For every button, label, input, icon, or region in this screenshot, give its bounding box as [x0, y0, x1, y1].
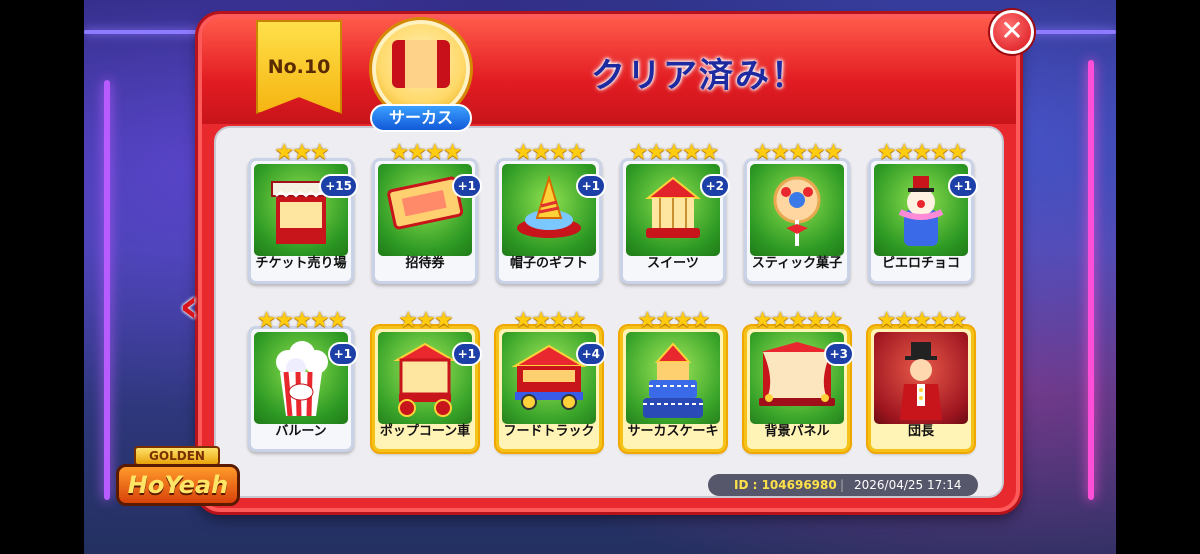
star-rating: ★★★★★: [876, 308, 968, 333]
popcorn-icon: [266, 340, 336, 424]
star-rating: ★★★★: [389, 140, 463, 165]
duplicate-count-badge: +1: [947, 174, 978, 198]
star-rating: ★★★★★: [752, 308, 844, 333]
star-rating: ★★★★: [513, 140, 587, 165]
timestamp: 2026/04/25 17:14: [854, 478, 962, 492]
card-label: サーカスケーキ: [627, 424, 719, 439]
theme-badge: サーカス: [370, 20, 472, 132]
card-label: ポップコーン車: [379, 424, 471, 439]
prev-page-arrow[interactable]: ‹: [172, 282, 206, 332]
star-rating: ★★★★★: [752, 140, 844, 165]
neon-strip-left: [104, 80, 110, 500]
clear-status-title: クリア済み！: [591, 56, 807, 96]
duplicate-count-badge: +1: [451, 174, 482, 198]
collection-card[interactable]: ピエロチョコ ★★★★★ +1: [868, 140, 978, 284]
duplicate-count-badge: +1: [451, 342, 482, 366]
card-label: スティック菓子: [751, 256, 843, 271]
player-id: ID : 104696980: [734, 478, 837, 492]
collection-card[interactable]: スティック菓子 ★★★★★: [744, 142, 850, 284]
star-rating: ★★★★: [513, 308, 587, 333]
card-frame: 団長: [868, 326, 974, 452]
lollipop-icon: [762, 172, 832, 254]
card-label: ピエロチョコ: [881, 256, 960, 271]
collection-card[interactable]: バルーン ★★★★★ +1: [248, 308, 358, 452]
collection-card[interactable]: サーカスケーキ ★★★★: [620, 310, 726, 452]
duplicate-count-badge: +1: [327, 342, 358, 366]
card-frame: スティック菓子: [744, 158, 850, 284]
card-label: 団長: [907, 424, 934, 439]
star-rating: ★★★★★: [628, 140, 720, 165]
duplicate-count-badge: +3: [823, 342, 854, 366]
footer-separator: |: [840, 478, 845, 492]
cake-icon: [635, 340, 711, 428]
collection-card[interactable]: 背景パネル ★★★★★ +3: [744, 308, 854, 452]
star-rating: ★★★: [274, 140, 329, 165]
footer-info-bar: ID : 104696980 | 2026/04/25 17:14: [708, 474, 978, 496]
star-rating: ★★★★★: [876, 140, 968, 165]
collection-card[interactable]: 帽子のギフト ★★★★ +1: [496, 140, 606, 284]
card-label: バルーン: [275, 424, 327, 439]
star-rating: ★★★★: [637, 308, 711, 333]
duplicate-count-badge: +4: [575, 342, 606, 366]
collection-card[interactable]: チケット売り場 ★★★ +15: [248, 140, 358, 284]
duplicate-count-badge: +2: [699, 174, 730, 198]
clown-icon: [886, 172, 956, 254]
card-label: チケット売り場: [255, 256, 347, 271]
star-rating: ★★★: [398, 308, 453, 333]
collection-card[interactable]: スイーツ ★★★★★ +2: [620, 140, 730, 284]
logo-top-text: GOLDEN: [134, 446, 220, 466]
rank-number: No.10: [267, 56, 331, 78]
card-art: [874, 332, 968, 424]
duplicate-count-badge: +15: [319, 174, 358, 198]
close-button[interactable]: ✕: [990, 10, 1034, 54]
card-label: スイーツ: [647, 256, 699, 271]
ringmaster-icon: [886, 340, 956, 428]
card-art: [626, 332, 720, 424]
card-label: 招待券: [405, 256, 445, 271]
card-art: [750, 164, 844, 256]
card-frame: サーカスケーキ: [620, 326, 726, 452]
carousel-icon: [638, 172, 708, 254]
duplicate-count-badge: +1: [575, 174, 606, 198]
collection-card[interactable]: ポップコーン車 ★★★ +1: [372, 308, 482, 452]
collection-card[interactable]: 団長 ★★★★★: [868, 310, 974, 452]
golden-hoyeah-logo: GOLDEN HoYeah: [112, 446, 242, 524]
neon-strip-right: [1088, 60, 1094, 500]
circus-tent-icon: [392, 40, 450, 88]
star-rating: ★★★★★: [256, 308, 348, 333]
card-label: 帽子のギフト: [509, 256, 588, 271]
card-label: 背景パネル: [764, 424, 830, 439]
collection-card[interactable]: 招待券 ★★★★ +1: [372, 140, 482, 284]
card-label: フードトラック: [503, 424, 595, 439]
logo-main-text: HoYeah: [116, 464, 240, 506]
theme-label: サーカス: [370, 104, 472, 132]
collection-card[interactable]: フードトラック ★★★★ +4: [496, 308, 606, 452]
